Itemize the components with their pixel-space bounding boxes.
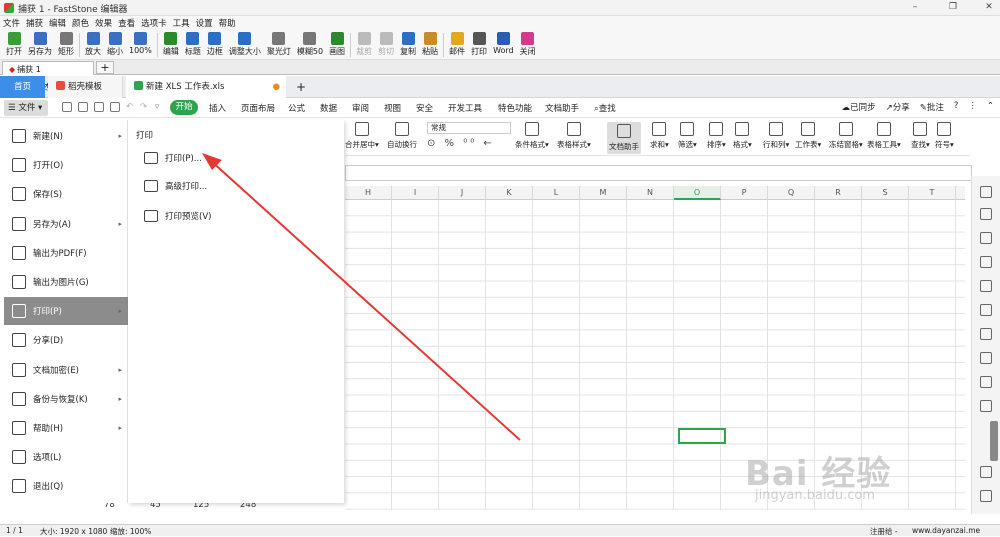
page-count: 1 / 1 xyxy=(6,526,23,535)
zoom-level: 缩放: 100% xyxy=(110,527,152,536)
register-text: 注册给 - xyxy=(870,527,898,536)
site-link[interactable]: www.dayanzai.me xyxy=(912,526,980,535)
image-size: 大小: 1920 x 1080 xyxy=(40,527,108,536)
status-bar: 1 / 1 大小: 1920 x 1080 缩放: 100% 注册给 - www… xyxy=(0,524,1000,536)
watermark-url: jingyan.baidu.com xyxy=(755,488,875,503)
